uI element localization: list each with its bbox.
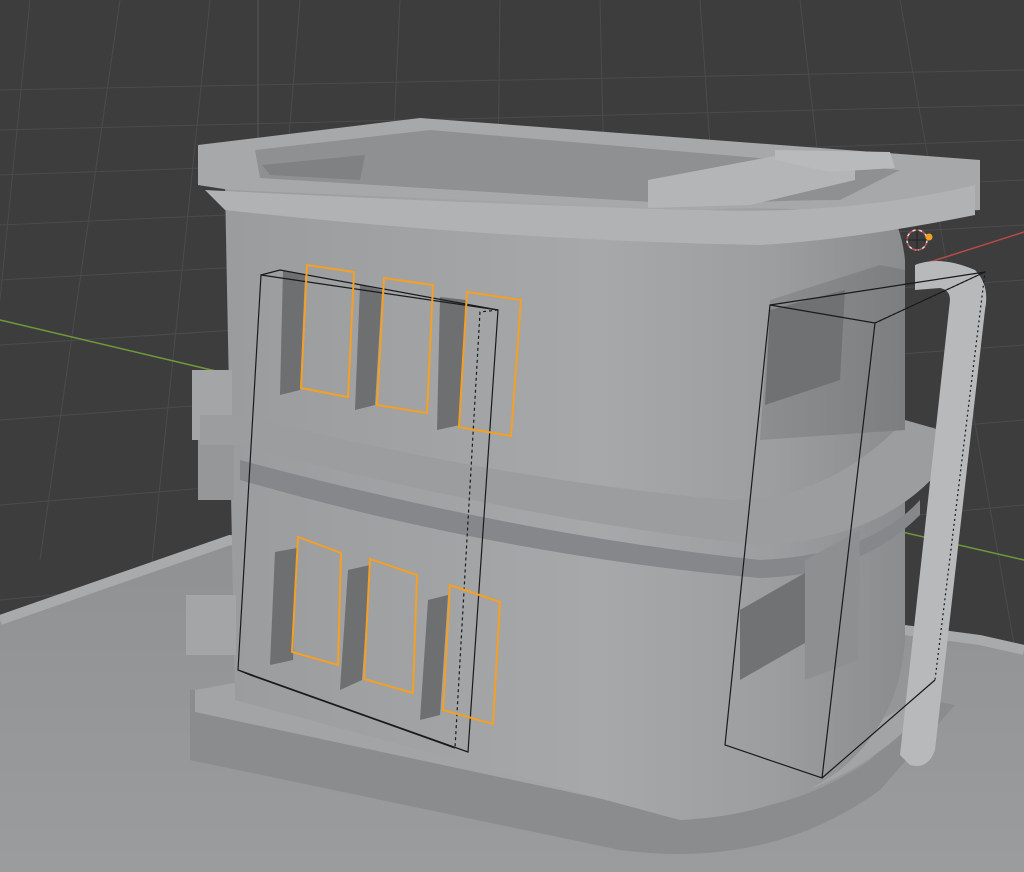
object-origin-dot (925, 233, 933, 241)
left-ledge-mid[interactable] (198, 440, 234, 500)
left-ledge-lower[interactable] (186, 595, 236, 655)
3d-viewport[interactable] (0, 0, 1024, 872)
